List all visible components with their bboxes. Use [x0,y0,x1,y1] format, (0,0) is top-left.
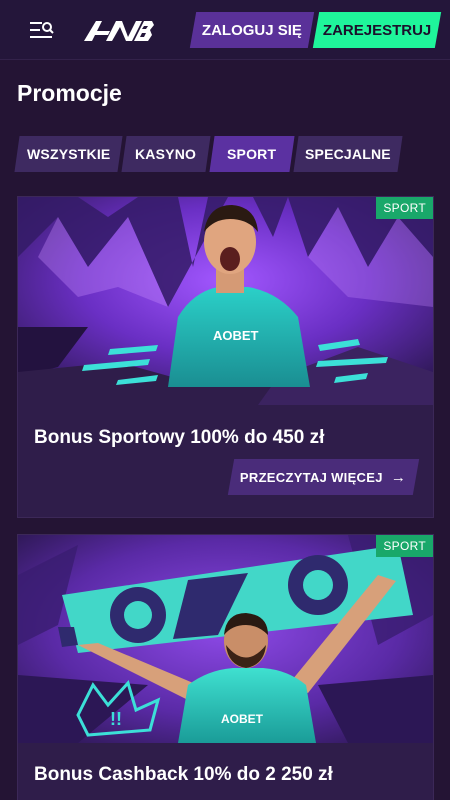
promo-title: Bonus Sportowy 100% do 450 zł [34,427,325,448]
tab-label: WSZYSTKIE [26,146,111,162]
tab-all[interactable]: WSZYSTKIE [14,136,123,172]
tab-label: SPORT [227,146,277,162]
tab-sport[interactable]: SPORT [209,136,295,172]
register-button[interactable]: ZAREJESTRUJ [312,12,442,48]
register-label: ZAREJESTRUJ [322,21,432,39]
top-bar: ZALOGUJ SIĘ ZAREJESTRUJ [0,0,450,60]
category-badge: SPORT [376,535,433,557]
login-button[interactable]: ZALOGUJ SIĘ [189,12,315,48]
tab-label: KASYNO [135,146,197,162]
tab-casino[interactable]: KASYNO [121,136,211,172]
svg-text:!!: !! [110,709,122,729]
shirt-logo-text: AOBET [213,328,259,343]
login-label: ZALOGUJ SIĘ [201,21,302,39]
promo-card[interactable]: AOBET SPORT Bonus Sportowy 100% do 450 z… [17,196,434,518]
category-badge: SPORT [376,197,433,219]
promo-category-tabs: WSZYSTKIE KASYNO SPORT SPECJALNE [14,136,403,172]
arrow-right-icon: → [391,468,407,486]
shirt-logo-text: AOBET [221,712,264,726]
search-menu-icon[interactable] [30,20,54,40]
promo-banner-image: !! AOBET [18,535,433,743]
tab-special[interactable]: SPECJALNE [293,136,403,172]
promo-title: Bonus Cashback 10% do 2 250 zł [34,764,333,785]
promo-card[interactable]: !! AOBET SPORT Bonus Cashback 10% do 2 2… [17,534,434,800]
brand-logo[interactable] [84,17,154,43]
read-more-button[interactable]: PRZECZYTAJ WIĘCEJ → [227,459,420,495]
read-more-label: PRZECZYTAJ WIĘCEJ [240,469,384,485]
page-title: Promocje [17,80,122,106]
promo-banner-image: AOBET [18,197,433,405]
tab-label: SPECJALNE [305,146,391,162]
